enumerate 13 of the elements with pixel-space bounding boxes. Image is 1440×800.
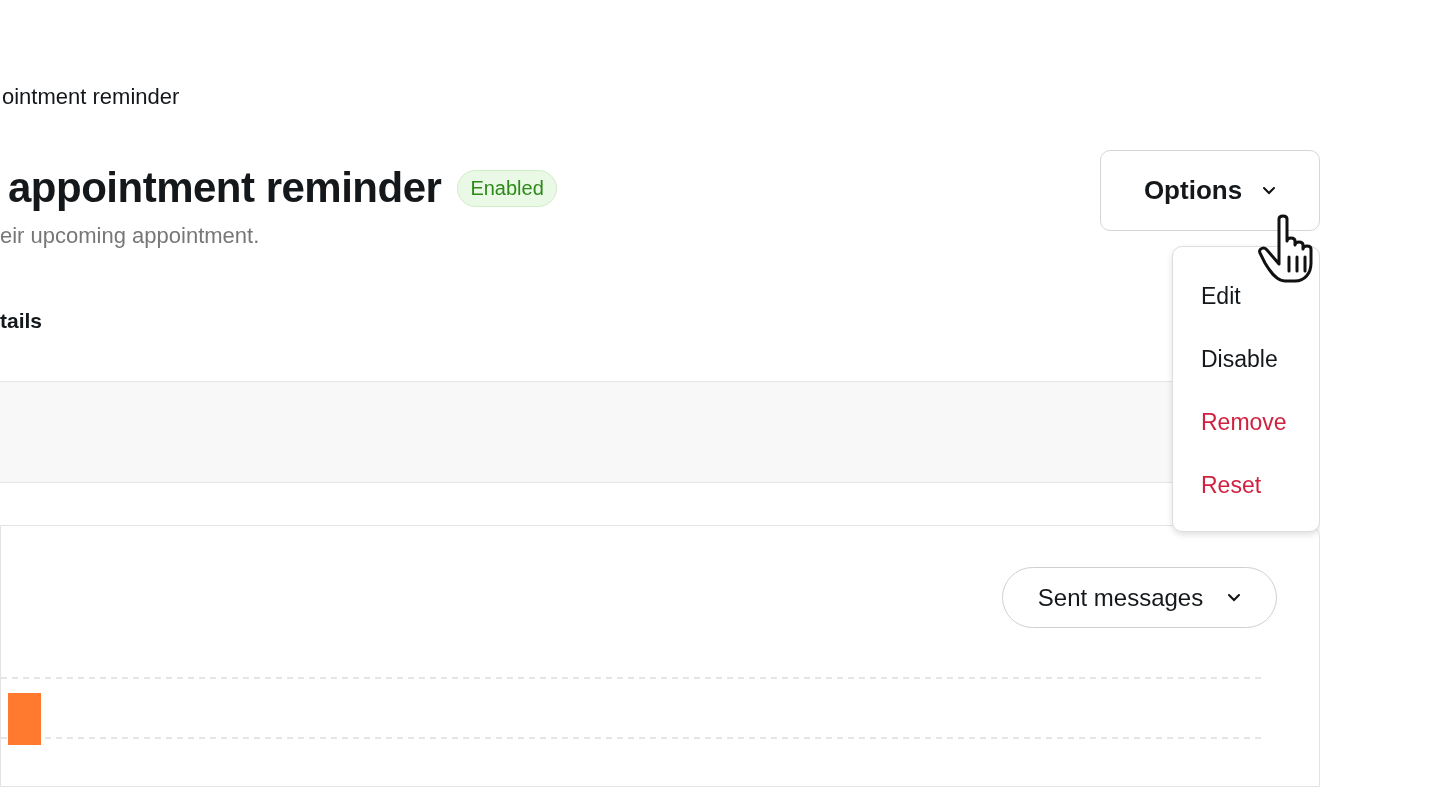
menu-item[interactable]: Remove (1173, 391, 1319, 454)
page-title: appointment reminder (8, 163, 442, 213)
section-heading: tails (0, 309, 44, 335)
menu-item[interactable]: Edit (1173, 265, 1319, 328)
menu-item[interactable]: Disable (1173, 328, 1319, 391)
breadcrumb[interactable]: ointment reminder (0, 84, 1320, 114)
chevron-down-icon (1227, 593, 1242, 603)
metric-dropdown[interactable]: Sent messages (1002, 567, 1277, 629)
chevron-down-icon (1262, 186, 1277, 195)
options-button[interactable]: Options (1100, 150, 1320, 231)
page-description: eir upcoming appointment. (0, 223, 261, 250)
menu-item[interactable]: Reset (1173, 454, 1319, 517)
status-badge: Enabled (457, 169, 557, 207)
